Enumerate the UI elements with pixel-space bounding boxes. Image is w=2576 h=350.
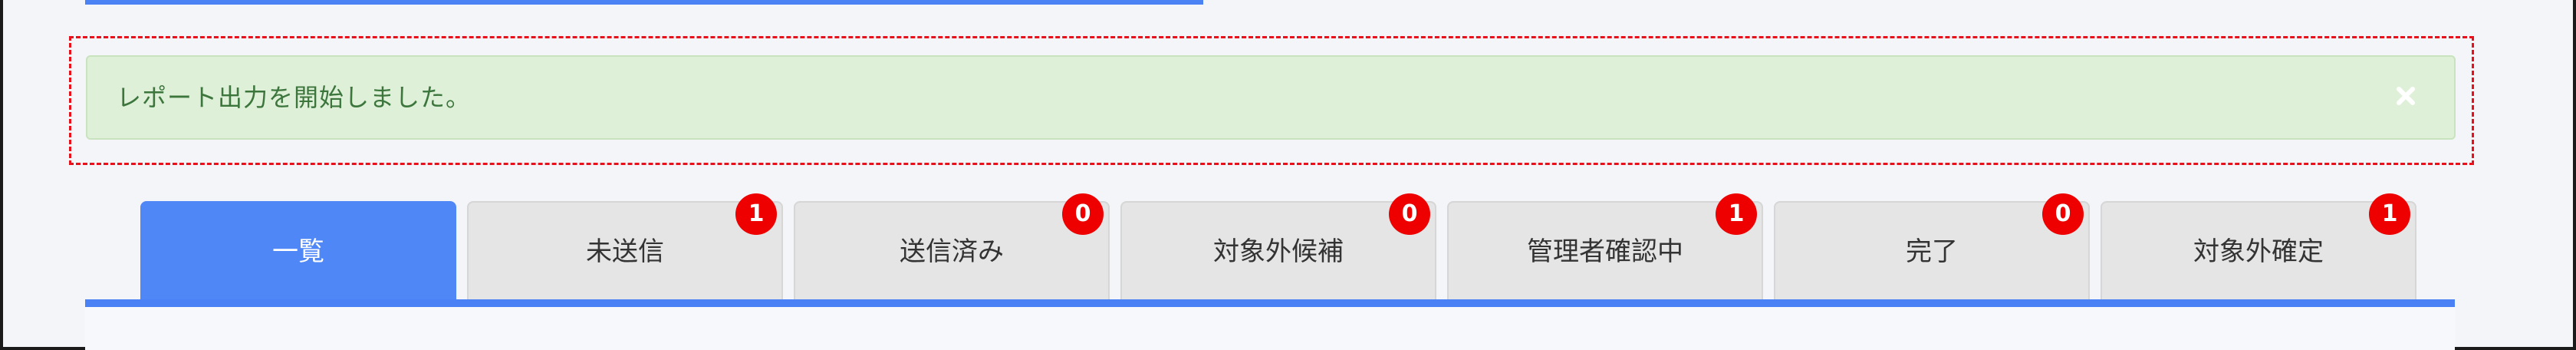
tab-sent[interactable]: 送信済み 0	[794, 193, 1110, 301]
success-alert: レポート出力を開始しました。	[86, 55, 2456, 140]
tab-content-area	[85, 307, 2455, 350]
tab-unsent[interactable]: 未送信 1	[467, 193, 783, 301]
tab-list[interactable]: 一覧	[140, 201, 456, 301]
count-badge: 1	[735, 193, 777, 235]
tab-completed[interactable]: 完了 0	[1774, 193, 2090, 301]
tab-label: 送信済み	[900, 236, 1004, 267]
tab-admin-review[interactable]: 管理者確認中 1	[1447, 193, 1763, 301]
top-progress-bar	[85, 0, 1203, 5]
tab-label: 管理者確認中	[1527, 236, 1683, 267]
tab-label: 未送信	[586, 236, 664, 267]
tab-label: 完了	[1906, 236, 1958, 267]
alert-message: レポート出力を開始しました。	[117, 83, 472, 112]
count-badge: 1	[1716, 193, 1757, 235]
count-badge: 0	[2042, 193, 2084, 235]
page-frame: レポート出力を開始しました。 一覧 未送信 1 送信済み 0 対象外候補 0 管…	[0, 0, 2576, 350]
tab-label: 一覧	[272, 236, 324, 267]
tab-exclusion-confirmed[interactable]: 対象外確定 1	[2101, 193, 2416, 301]
tab-label: 対象外確定	[2193, 236, 2324, 267]
count-badge: 0	[1062, 193, 1104, 235]
count-badge: 0	[1389, 193, 1430, 235]
tab-exclusion-candidate[interactable]: 対象外候補 0	[1120, 193, 1436, 301]
tab-underline	[85, 299, 2455, 307]
close-icon[interactable]	[2387, 77, 2425, 115]
count-badge: 1	[2369, 193, 2410, 235]
tab-label: 対象外候補	[1213, 236, 1344, 267]
